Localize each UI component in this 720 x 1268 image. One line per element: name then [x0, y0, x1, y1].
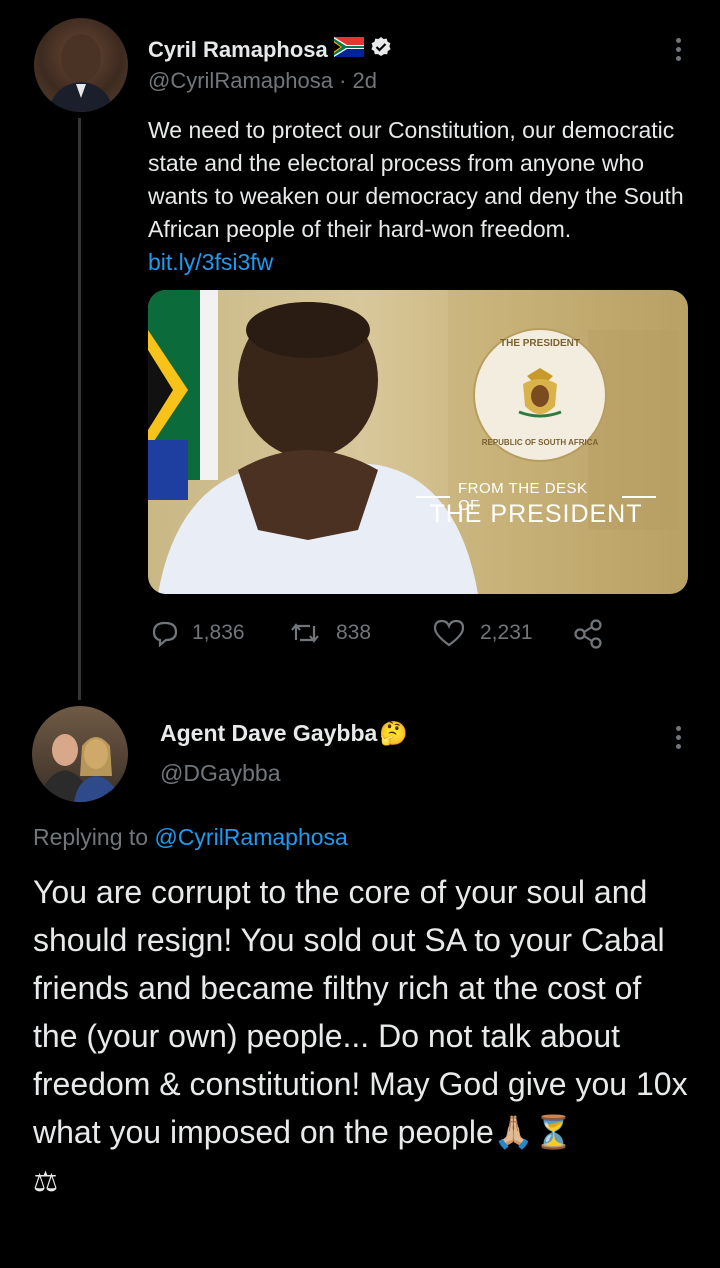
heart-icon: [433, 619, 465, 647]
reply-author-avatar[interactable]: [32, 706, 128, 802]
thread-connector-line: [78, 118, 81, 700]
like-count: 2,231: [480, 621, 533, 644]
seal-bottom-text: REPUBLIC OF SOUTH AFRICA: [481, 438, 599, 447]
avatar-portrait: [48, 34, 114, 112]
tweet-link[interactable]: bit.ly/3fsi3fw: [148, 249, 273, 275]
reply-action[interactable]: 1,836: [150, 618, 245, 648]
tweet-timestamp[interactable]: 2d: [353, 68, 377, 93]
more-options-icon[interactable]: [676, 38, 682, 65]
tweet-body: We need to protect our Constitution, our…: [148, 114, 688, 279]
author-name[interactable]: Cyril Ramaphosa: [148, 37, 328, 63]
reply-author-name[interactable]: Agent Dave Gaybba: [160, 720, 377, 747]
card-photo: [148, 290, 688, 594]
author-meta: @CyrilRamaphosa · 2d: [148, 68, 377, 94]
reply-icon: [152, 621, 178, 648]
link-preview-card[interactable]: THE PRESIDENT REPUBLIC OF SOUTH AFRICA F…: [148, 290, 688, 594]
card-headline: THE PRESIDENT: [429, 500, 643, 528]
balance-scale-icon: ⚖: [33, 1166, 59, 1197]
reply-avatar-photo: [40, 734, 120, 802]
share-icon[interactable]: [572, 618, 606, 655]
kicker-rule-left: [416, 496, 450, 498]
kicker-rule-right: [622, 496, 656, 498]
south-africa-flag-icon: [333, 36, 364, 63]
replying-to-handle[interactable]: @CyrilRamaphosa: [154, 824, 347, 850]
reply-more-options-icon[interactable]: [676, 726, 682, 753]
meta-separator: ·: [339, 68, 347, 93]
replying-to-line: Replying to @CyrilRamaphosa: [33, 824, 348, 851]
tweet-body-text: We need to protect our Constitution, our…: [148, 117, 684, 242]
retweet-action[interactable]: 838: [288, 618, 371, 648]
reply-author-header: Agent Dave Gaybba 🤔: [160, 720, 408, 747]
like-action[interactable]: 2,231: [432, 618, 533, 648]
presidential-seal: THE PRESIDENT REPUBLIC OF SOUTH AFRICA: [473, 328, 607, 462]
retweet-icon: [291, 623, 319, 643]
author-avatar[interactable]: [34, 18, 128, 112]
reply-author-handle[interactable]: @DGaybba: [160, 760, 281, 787]
thinking-face-icon: 🤔: [379, 720, 408, 746]
reply-body: You are corrupt to the core of your soul…: [33, 868, 693, 1206]
replying-to-prefix: Replying to: [33, 824, 149, 850]
coat-of-arms-icon: [513, 366, 567, 424]
retweet-count: 838: [336, 621, 372, 644]
seal-top-text: THE PRESIDENT: [499, 338, 580, 349]
reply-count: 1,836: [192, 621, 245, 644]
praying-hands-hourglass-icon: 🙏🏼⏳: [493, 1114, 574, 1150]
reply-body-text: You are corrupt to the core of your soul…: [33, 874, 688, 1150]
author-handle[interactable]: @CyrilRamaphosa: [148, 68, 333, 93]
verified-badge-icon: [370, 36, 392, 63]
author-header: Cyril Ramaphosa: [148, 36, 392, 63]
